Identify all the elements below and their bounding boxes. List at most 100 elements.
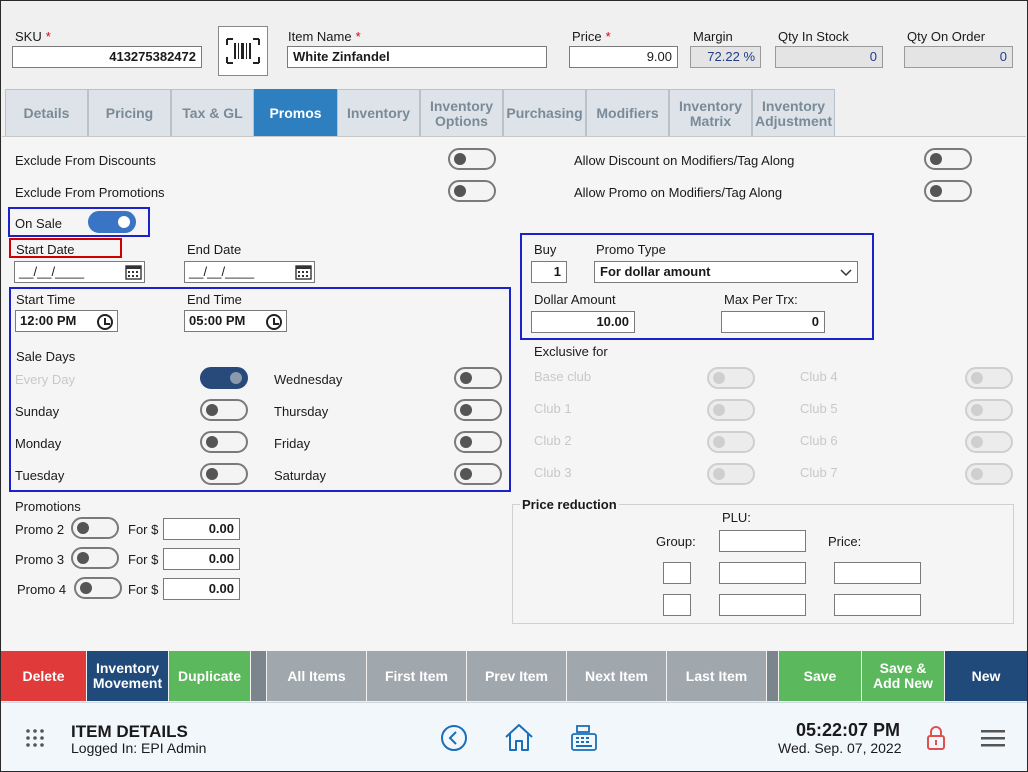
- item-name-input[interactable]: White Zinfandel: [287, 46, 547, 68]
- plu-input-3[interactable]: [719, 594, 806, 616]
- cash-register-icon[interactable]: [569, 724, 599, 752]
- wednesday-toggle[interactable]: [454, 367, 502, 389]
- barcode-button[interactable]: [218, 26, 268, 76]
- price-input[interactable]: 9.00: [569, 46, 678, 68]
- calendar-icon[interactable]: [295, 264, 312, 280]
- start-time-input[interactable]: 12:00 PM: [15, 310, 118, 332]
- first-item-button[interactable]: First Item: [367, 651, 467, 701]
- buy-input[interactable]: 1: [531, 261, 567, 283]
- tuesday-toggle[interactable]: [200, 463, 248, 485]
- dollar-amount-input[interactable]: 10.00: [531, 311, 635, 333]
- buy-label: Buy: [534, 242, 557, 257]
- end-date-input[interactable]: __/__/____: [184, 261, 315, 283]
- next-item-button[interactable]: Next Item: [567, 651, 667, 701]
- sku-input[interactable]: 413275382472: [12, 46, 202, 68]
- sku-label: SKU *: [15, 29, 51, 44]
- tab-details[interactable]: Details: [5, 89, 88, 137]
- save-button[interactable]: Save: [779, 651, 862, 701]
- promo-2-for-label: For $: [128, 522, 159, 537]
- exclude-discounts-toggle[interactable]: [448, 148, 496, 170]
- clock-date: Wed. Sep. 07, 2022: [778, 740, 902, 756]
- promo-3-toggle[interactable]: [71, 547, 119, 569]
- tab-purchasing[interactable]: Purchasing: [503, 89, 586, 137]
- page-title: ITEM DETAILS: [71, 722, 188, 741]
- promo-type-value: For dollar amount: [600, 264, 711, 279]
- new-button[interactable]: New: [945, 651, 1027, 701]
- home-icon[interactable]: [503, 722, 535, 752]
- monday-toggle[interactable]: [200, 431, 248, 453]
- club-3-label: Club 3: [534, 465, 572, 480]
- promo-type-select[interactable]: For dollar amount: [594, 261, 858, 283]
- max-per-trx-input[interactable]: 0: [721, 311, 825, 333]
- club-1-toggle[interactable]: [707, 399, 755, 421]
- monday-label: Monday: [15, 436, 62, 451]
- save-add-new-button[interactable]: Save & Add New: [862, 651, 945, 701]
- club-4-toggle[interactable]: [965, 367, 1013, 389]
- friday-toggle[interactable]: [454, 431, 502, 453]
- duplicate-button[interactable]: Duplicate: [169, 651, 251, 701]
- clock-icon[interactable]: [97, 314, 113, 330]
- price-input-2[interactable]: [834, 594, 921, 616]
- tab-tax-gl[interactable]: Tax & GL: [171, 89, 254, 137]
- club-4-label: Club 4: [800, 369, 838, 384]
- tab-pricing[interactable]: Pricing: [88, 89, 171, 137]
- promo-4-amount-input[interactable]: 0.00: [163, 578, 240, 600]
- back-icon[interactable]: [440, 724, 468, 752]
- club-2-toggle[interactable]: [707, 431, 755, 453]
- promo-2-amount-input[interactable]: 0.00: [163, 518, 240, 540]
- group-input-1[interactable]: [663, 562, 691, 584]
- start-date-input[interactable]: __/__/____: [14, 261, 145, 283]
- club-base-toggle[interactable]: [707, 367, 755, 389]
- hamburger-menu-icon[interactable]: [981, 728, 1005, 748]
- tab-inventory-adjustment[interactable]: Inventory Adjustment: [752, 89, 835, 137]
- inventory-movement-button[interactable]: Inventory Movement: [87, 651, 169, 701]
- last-item-button[interactable]: Last Item: [667, 651, 767, 701]
- sunday-label: Sunday: [15, 404, 60, 419]
- exclude-promotions-toggle[interactable]: [448, 180, 496, 202]
- all-items-button[interactable]: All Items: [267, 651, 367, 701]
- plu-input-1[interactable]: [719, 530, 806, 552]
- promo-4-toggle[interactable]: [74, 577, 122, 599]
- sunday-toggle[interactable]: [200, 399, 248, 421]
- tab-inventory-options[interactable]: Inventory Options: [420, 89, 503, 137]
- on-sale-toggle[interactable]: [88, 211, 136, 233]
- club-6-toggle[interactable]: [965, 431, 1013, 453]
- allow-promo-modifiers-toggle[interactable]: [924, 180, 972, 202]
- every-day-label: Every Day: [15, 372, 75, 387]
- calendar-icon[interactable]: [125, 264, 142, 280]
- club-5-toggle[interactable]: [965, 399, 1013, 421]
- promo-3-amount-input[interactable]: 0.00: [163, 548, 240, 570]
- club-3-toggle[interactable]: [707, 463, 755, 485]
- plu-input-2[interactable]: [719, 562, 806, 584]
- price-input-1[interactable]: [834, 562, 921, 584]
- clock-icon[interactable]: [266, 314, 282, 330]
- tab-promos[interactable]: Promos: [254, 89, 337, 137]
- group-label: Group:: [656, 534, 696, 549]
- apps-grid-icon[interactable]: [25, 728, 45, 748]
- allow-discount-modifiers-label: Allow Discount on Modifiers/Tag Along: [574, 153, 795, 168]
- promo-2-toggle[interactable]: [71, 517, 119, 539]
- chevron-down-icon: [840, 269, 852, 277]
- allow-discount-modifiers-toggle[interactable]: [924, 148, 972, 170]
- start-time-value: 12:00 PM: [20, 313, 77, 328]
- tab-inventory-matrix[interactable]: Inventory Matrix: [669, 89, 752, 137]
- promo-4-label: Promo 4: [17, 582, 67, 597]
- tab-modifiers[interactable]: Modifiers: [586, 89, 669, 137]
- every-day-toggle[interactable]: [200, 367, 248, 389]
- club-1-label: Club 1: [534, 401, 572, 416]
- prev-item-button[interactable]: Prev Item: [467, 651, 567, 701]
- qty-in-stock-value: 0: [775, 46, 883, 68]
- group-input-2[interactable]: [663, 594, 691, 616]
- club-7-label: Club 7: [800, 465, 838, 480]
- thursday-toggle[interactable]: [454, 399, 502, 421]
- end-time-input[interactable]: 05:00 PM: [184, 310, 287, 332]
- tab-inventory[interactable]: Inventory: [337, 89, 420, 137]
- delete-button[interactable]: Delete: [1, 651, 87, 701]
- promo-4-for-label: For $: [128, 582, 159, 597]
- lock-icon[interactable]: [925, 725, 947, 751]
- margin-value: 72.22 %: [690, 46, 761, 68]
- saturday-toggle[interactable]: [454, 463, 502, 485]
- exclusive-for-label: Exclusive for: [534, 344, 608, 359]
- club-7-toggle[interactable]: [965, 463, 1013, 485]
- sale-days-label: Sale Days: [16, 349, 76, 364]
